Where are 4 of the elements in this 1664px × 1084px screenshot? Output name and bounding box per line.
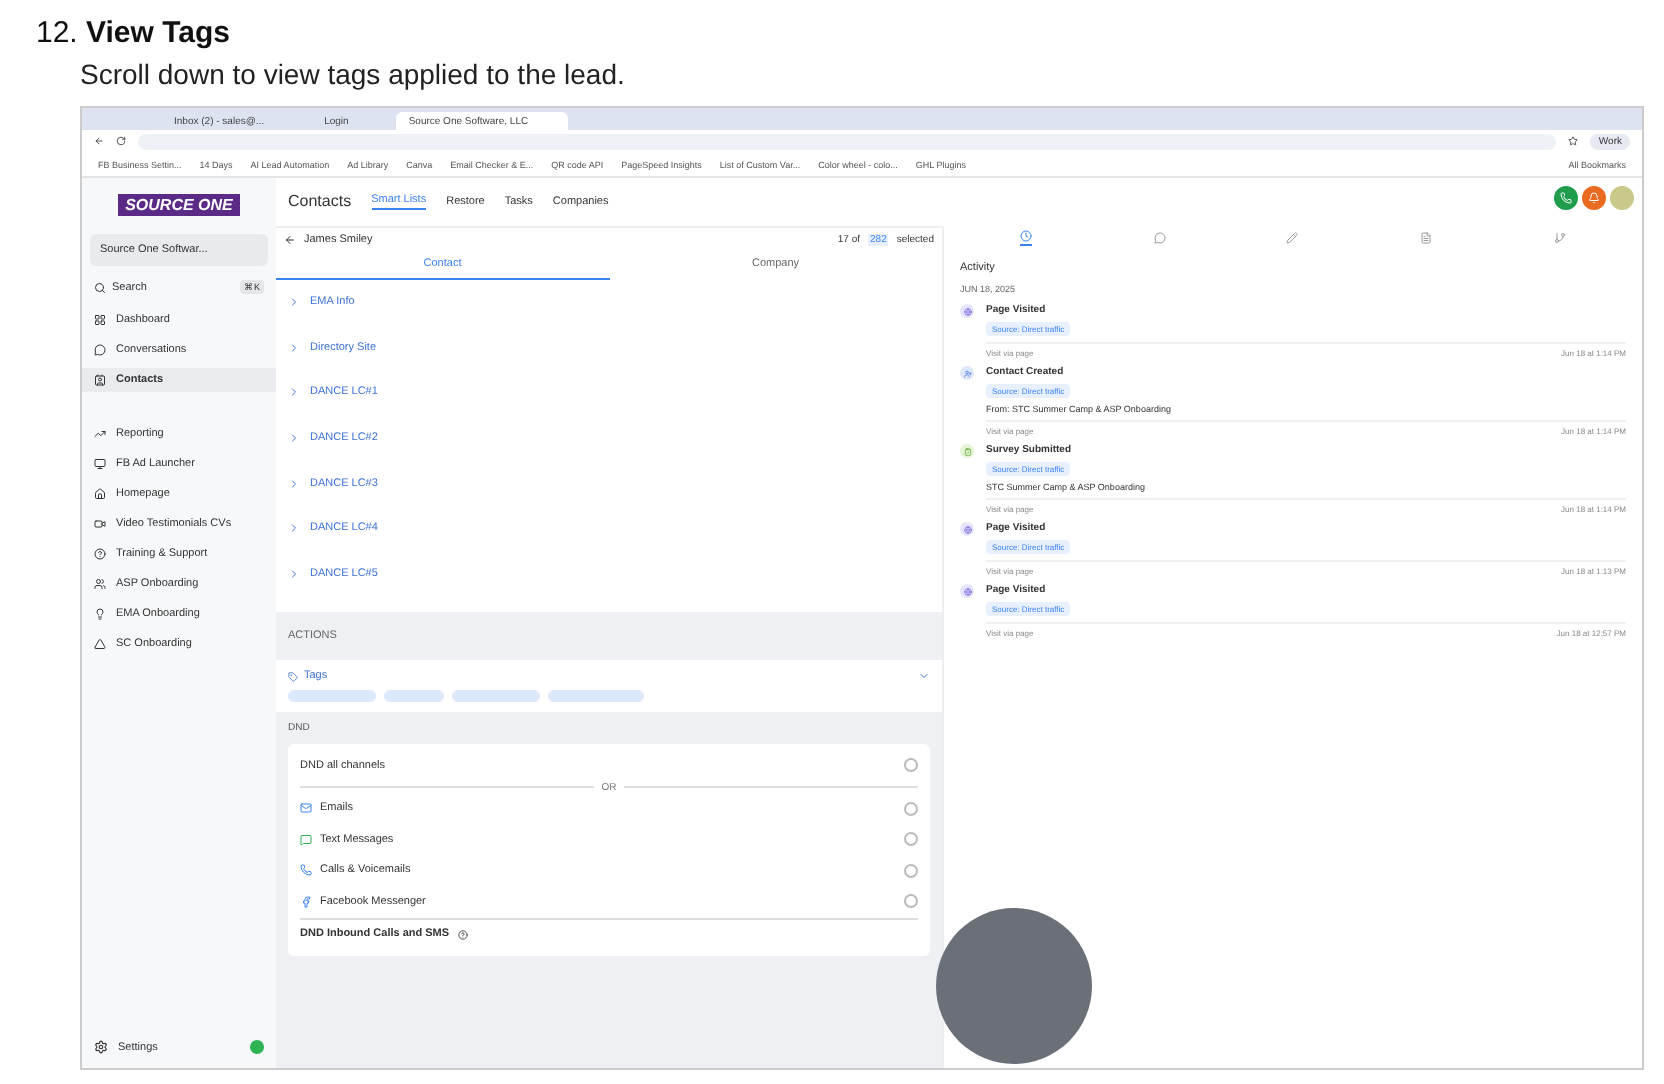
page-tab[interactable]: Contacts: [288, 192, 352, 212]
brand-logo: SOURCE ONE: [117, 194, 241, 216]
step-heading: 12. View Tags: [34, 14, 233, 50]
step-instruction: Scroll down to view tags applied to the lead.: [78, 56, 627, 90]
